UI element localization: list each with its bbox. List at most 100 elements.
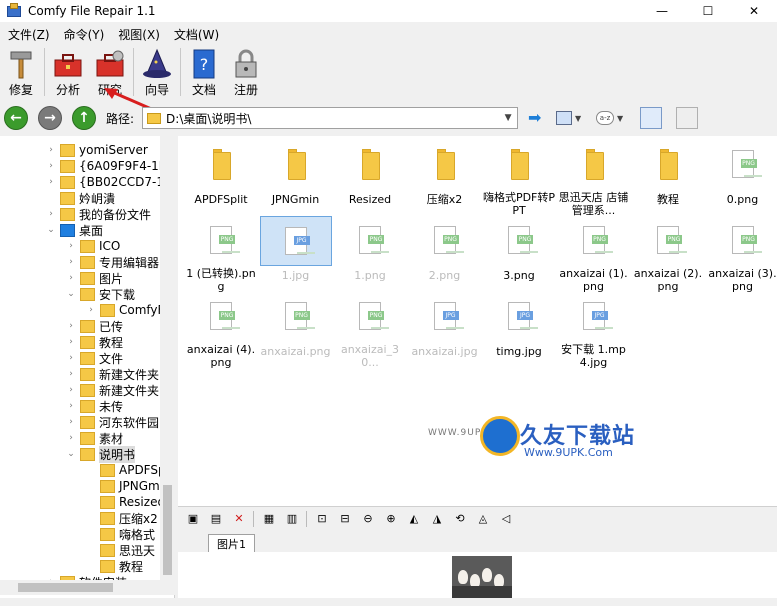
tree-toggle-icon[interactable]	[86, 544, 96, 556]
folder-tree[interactable]: › yomiServer › {6A09F9F4-1E8 › {BB02CCD7-150 妗…	[0, 136, 175, 598]
tree-horizontal-scroll-thumb[interactable]	[18, 583, 113, 592]
forward-button[interactable]: →	[38, 106, 62, 130]
file-item[interactable]: PNG anxaizai (3).png	[706, 216, 777, 293]
fit-width-icon[interactable]: ⊟	[336, 510, 354, 528]
rotate-left-icon[interactable]: ◁	[497, 510, 515, 528]
file-item[interactable]: JPG anxaizai.jpg	[408, 292, 482, 368]
save-all-icon[interactable]: ▤	[207, 510, 225, 528]
tree-item[interactable]: 嗨格式	[86, 526, 155, 542]
mirror-icon[interactable]: ◬	[474, 510, 492, 528]
tree-toggle-icon[interactable]: ›	[66, 336, 76, 348]
file-item[interactable]: 教程	[631, 140, 705, 216]
docs-button[interactable]: ? 文档	[185, 46, 223, 98]
maximize-button[interactable]: ☐	[685, 0, 731, 22]
tree-item[interactable]: 压缩x2	[86, 510, 158, 526]
tree-toggle-icon[interactable]	[86, 496, 96, 508]
tree-toggle-icon[interactable]: ⌄	[46, 224, 56, 236]
minimize-button[interactable]: —	[639, 0, 685, 22]
tree-item[interactable]: › 专用编辑器	[66, 254, 159, 270]
tree-toggle-icon[interactable]: ›	[46, 160, 56, 172]
tree-toggle-icon[interactable]: ›	[66, 320, 76, 332]
file-item[interactable]: JPNGmin	[259, 140, 333, 216]
back-button[interactable]: ←	[4, 106, 28, 130]
file-item[interactable]: PNG anxaizai (4).png	[184, 292, 258, 369]
tree-toggle-icon[interactable]	[86, 512, 96, 524]
tree-toggle-icon[interactable]: ›	[46, 208, 56, 220]
tree-toggle-icon[interactable]: ›	[86, 304, 96, 316]
tree-item[interactable]: 教程	[86, 558, 143, 574]
tree-toggle-icon[interactable]	[86, 560, 96, 572]
flip-horizontal-icon[interactable]: ◭	[405, 510, 423, 528]
tree-item[interactable]: › {6A09F9F4-1E8	[46, 158, 174, 174]
tree-item[interactable]: › 图片	[66, 270, 123, 286]
tree-item[interactable]: › ICO	[66, 238, 120, 254]
menu-command[interactable]: 命令(Y)	[60, 26, 109, 43]
path-input[interactable]: D:\桌面\说明书\ ▼	[142, 107, 519, 129]
tree-item[interactable]: › 河东软件园	[66, 414, 159, 430]
research-button[interactable]: 研究	[91, 46, 129, 98]
file-item[interactable]: 嗨格式PDF转PPT	[482, 140, 556, 217]
tree-item[interactable]: APDFSp	[86, 462, 166, 478]
tree-toggle-icon[interactable]: ›	[66, 272, 76, 284]
tree-item[interactable]: › 教程	[66, 334, 123, 350]
up-button[interactable]: ↑	[72, 106, 96, 130]
save-icon[interactable]: ▣	[184, 510, 202, 528]
tree-toggle-icon[interactable]: ›	[66, 432, 76, 444]
tree-toggle-icon[interactable]: ›	[66, 352, 76, 364]
zoom-in-icon[interactable]: ⊕	[382, 510, 400, 528]
tree-item[interactable]: JPNGmin	[86, 478, 171, 494]
tree-toggle-icon[interactable]: ›	[66, 416, 76, 428]
tree-toggle-icon[interactable]: ›	[66, 400, 76, 412]
tree-toggle-icon[interactable]: ›	[46, 176, 56, 188]
sort-button[interactable]: a-z ▼	[596, 108, 626, 128]
delete-icon[interactable]: ✕	[230, 510, 248, 528]
tree-item[interactable]: › {BB02CCD7-150	[46, 174, 174, 190]
tree-item[interactable]: ⌄ 说明书	[66, 445, 136, 463]
file-item[interactable]: PNG anxaizai.png	[259, 292, 333, 368]
folder-pane-toggle-icon[interactable]	[676, 107, 699, 129]
file-item[interactable]: PNG 0.png	[706, 140, 777, 216]
tree-item[interactable]: › 新建文件夹	[66, 366, 159, 382]
rotate-icon[interactable]: ⟲	[451, 510, 469, 528]
preview-toggle-icon[interactable]	[640, 107, 663, 129]
tree-item[interactable]: Resized	[86, 494, 165, 510]
file-item[interactable]: 思迅天店 店铺管理系...	[557, 140, 631, 217]
file-item[interactable]: Resized	[333, 140, 407, 216]
actual-size-icon[interactable]: ▥	[283, 510, 301, 528]
tree-item[interactable]: › 我的备份文件	[46, 206, 151, 222]
tree-item[interactable]: 思迅天	[86, 542, 155, 558]
file-item[interactable]: JPG timg.jpg	[482, 292, 556, 368]
file-item[interactable]: PNG anxaizai (1).png	[557, 216, 631, 293]
file-item[interactable]: 压缩x2	[408, 140, 482, 216]
file-item[interactable]: PNG anxaizai (2).png	[631, 216, 705, 293]
tree-toggle-icon[interactable]	[46, 192, 56, 204]
register-button[interactable]: 注册	[227, 46, 265, 98]
tree-item[interactable]: 妗岄潰	[46, 190, 115, 206]
go-arrow-icon[interactable]: ➡	[528, 110, 546, 126]
fit-window-icon[interactable]: ⊡	[313, 510, 331, 528]
zoom-out-icon[interactable]: ⊖	[359, 510, 377, 528]
chevron-down-icon[interactable]: ▼	[501, 111, 515, 125]
view-mode-button[interactable]: ▼	[556, 108, 586, 128]
file-item[interactable]: JPG 安下载 1.mp4.jpg	[557, 292, 631, 369]
tree-vertical-scroll-thumb[interactable]	[163, 485, 172, 575]
tree-item[interactable]: › 素材	[66, 430, 123, 446]
tree-item[interactable]: › 未传	[66, 398, 123, 414]
tree-item[interactable]: ⌄ 桌面	[46, 222, 103, 238]
tree-toggle-icon[interactable]: ›	[66, 384, 76, 396]
tree-toggle-icon[interactable]: ›	[66, 240, 76, 252]
tree-item[interactable]: › 已传	[66, 318, 123, 334]
tree-toggle-icon[interactable]	[86, 480, 96, 492]
file-item[interactable]: APDFSplit	[184, 140, 258, 216]
tab-image1[interactable]: 图片1	[208, 534, 255, 552]
wizard-button[interactable]: 向导	[138, 46, 176, 98]
tree-item[interactable]: ⌄ 安下载	[66, 286, 135, 302]
menu-file[interactable]: 文件(Z)	[4, 26, 54, 43]
file-item[interactable]: PNG 2.png	[408, 216, 482, 292]
tree-toggle-icon[interactable]: ›	[46, 144, 56, 156]
tree-item[interactable]: › 文件	[66, 350, 123, 366]
tree-item[interactable]: › yomiServer	[46, 142, 148, 158]
tree-toggle-icon[interactable]: ⌄	[66, 288, 76, 300]
tree-toggle-icon[interactable]: ›	[66, 368, 76, 380]
tree-toggle-icon[interactable]	[86, 464, 96, 476]
